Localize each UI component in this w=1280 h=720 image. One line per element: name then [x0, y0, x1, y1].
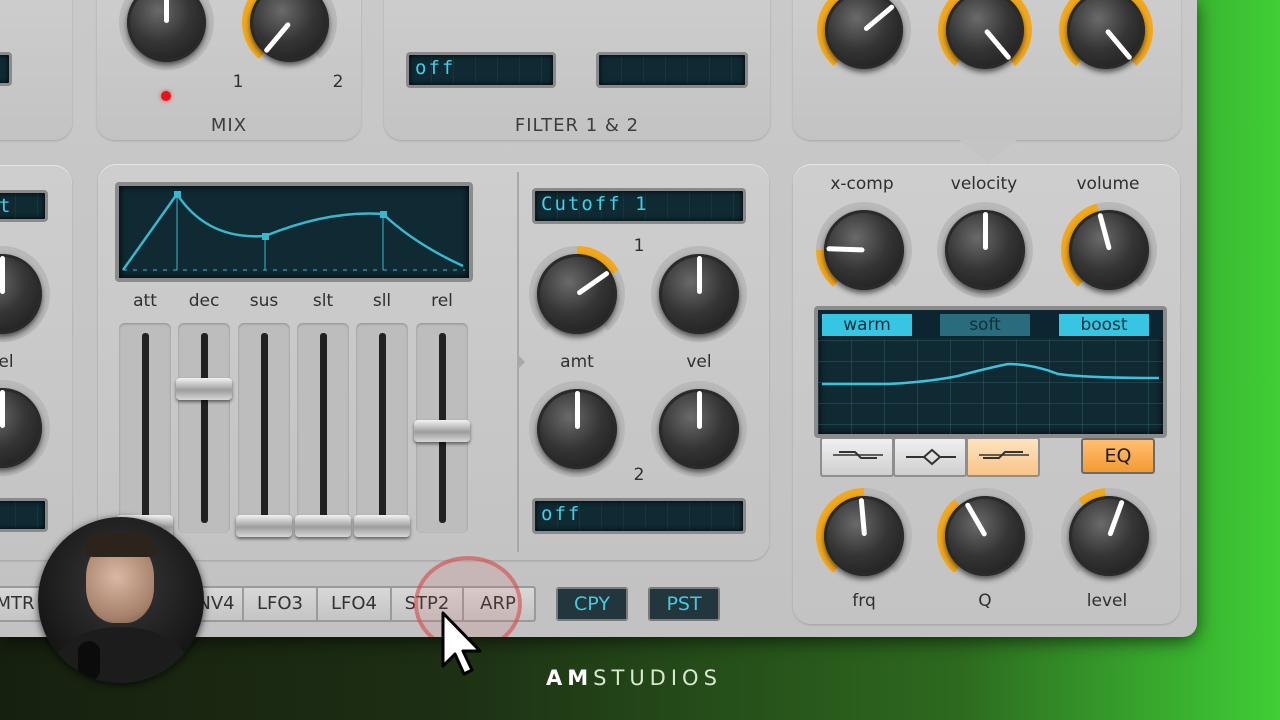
mod-amt-knob-1[interactable] [529, 246, 625, 342]
paste-button[interactable]: PST [648, 587, 720, 621]
fader-att[interactable] [117, 323, 173, 537]
peak-icon [906, 448, 956, 466]
high-shelf-icon [979, 451, 1029, 459]
fader-sll[interactable] [354, 323, 410, 537]
studio-watermark: AMSTUDIOS [546, 666, 722, 690]
mod-vel-knob-2[interactable] [651, 381, 747, 477]
panel-notch [958, 139, 1018, 163]
q-label: Q [978, 591, 992, 611]
mod-slot-1-number: 1 [633, 236, 645, 256]
mod-destination-1-display[interactable]: Cutoff 1 [532, 188, 746, 224]
mod-destination-2-display[interactable]: off [532, 498, 746, 534]
watermark-bold: AM [546, 666, 594, 690]
tab-lfo4[interactable]: LFO4 [318, 588, 392, 620]
envelope-mod-arrow [517, 354, 525, 370]
frq-label: frq [852, 591, 876, 611]
mix-knob-2-number: 2 [332, 72, 344, 92]
mix-indicator-led [161, 91, 171, 101]
eq-shape-high-shelf-button[interactable] [966, 437, 1040, 477]
low-shelf-icon [833, 451, 883, 459]
mod-amt-label: amt [560, 352, 594, 372]
partial-display-left-bottom[interactable] [0, 498, 48, 532]
volume-label: volume [1076, 174, 1140, 194]
eq-frq-knob[interactable] [816, 488, 912, 584]
presenter-hair [86, 533, 156, 557]
envelope-curve [121, 191, 465, 271]
env-label-att: att [133, 291, 157, 311]
top-right-knob-1[interactable] [817, 0, 911, 77]
mix-knob-1[interactable] [119, 0, 214, 70]
mix-knob-1-number: 1 [232, 72, 244, 92]
mix-panel-title: MIX [210, 115, 248, 136]
mix-panel: 1 2 MIX [97, 0, 361, 140]
mouse-cursor-icon [441, 611, 482, 676]
copy-button[interactable]: CPY [556, 587, 628, 621]
top-right-knob-2[interactable] [938, 0, 1032, 77]
microphone-icon [78, 641, 100, 681]
fader-sus[interactable] [236, 323, 292, 537]
watermark-light: STUDIOS [593, 666, 722, 690]
mod-amt-knob-2[interactable] [529, 381, 625, 477]
eq-curve [822, 362, 1160, 386]
partial-display-top-left[interactable] [0, 52, 12, 86]
envelope-display[interactable] [115, 182, 473, 282]
env-label-rel: rel [431, 291, 453, 311]
filter-panel: off FILTER 1 & 2 [384, 0, 770, 140]
velocity-knob[interactable] [937, 202, 1033, 298]
eq-level-knob[interactable] [1061, 488, 1157, 584]
xcomp-knob[interactable] [816, 202, 912, 298]
tab-lfo3[interactable]: LFO3 [244, 588, 318, 620]
env-label-sus: sus [249, 291, 279, 311]
top-right-knob-3[interactable] [1059, 0, 1153, 77]
fader-rel[interactable] [414, 323, 470, 533]
presenter-shirt [56, 627, 186, 683]
env-label-dec: dec [188, 291, 220, 311]
top-right-panel [793, 0, 1181, 140]
filter-1-display[interactable]: off [406, 52, 556, 88]
env-label-slt: slt [312, 291, 334, 311]
mod-slot-2-number: 2 [633, 465, 645, 485]
velocity-label: velocity [950, 174, 1018, 194]
env-label-sll: sll [372, 291, 392, 311]
eq-display[interactable]: warm soft boost [814, 306, 1167, 438]
volume-knob[interactable] [1061, 202, 1157, 298]
eq-shape-peak-button[interactable] [893, 437, 967, 477]
eq-shape-low-shelf-button[interactable] [820, 437, 894, 477]
filter-panel-title: FILTER 1 & 2 [514, 115, 640, 136]
level-label: level [1086, 591, 1128, 611]
tab-mtr[interactable]: MTR [0, 588, 42, 620]
partial-display-left-top[interactable]: t [0, 190, 48, 222]
partial-knob-label: el [0, 352, 14, 372]
eq-toggle-button[interactable]: EQ [1081, 438, 1155, 474]
eq-q-knob[interactable] [937, 488, 1033, 584]
mix-knob-2[interactable] [242, 0, 337, 70]
fader-dec[interactable] [176, 323, 232, 533]
mod-vel-label: vel [686, 352, 712, 372]
fader-slt[interactable] [295, 323, 351, 537]
mod-vel-knob-1[interactable] [651, 246, 747, 342]
filter-2-display[interactable] [596, 52, 748, 88]
webcam-overlay [38, 517, 204, 683]
xcomp-label: x-comp [830, 174, 894, 194]
